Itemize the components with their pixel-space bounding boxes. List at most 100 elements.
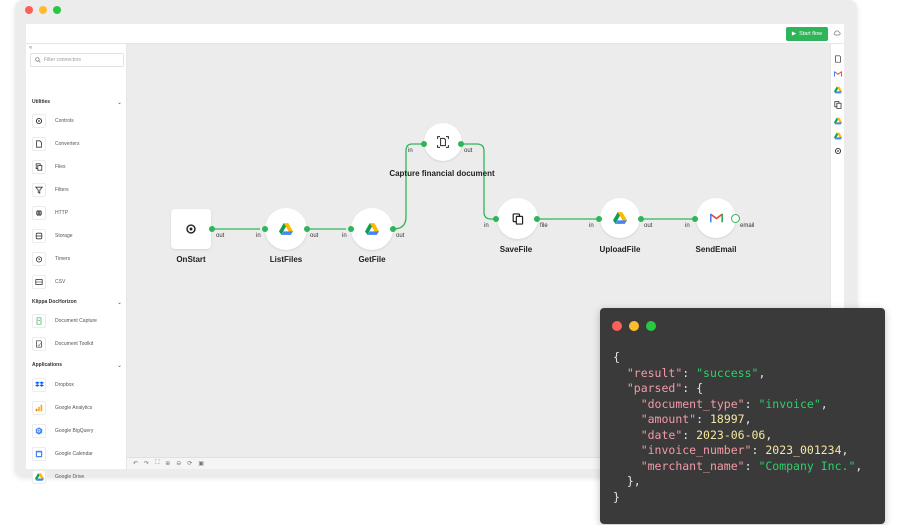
sidebar-item-files[interactable]: Files: [32, 159, 124, 175]
close-window-button[interactable]: [25, 6, 33, 14]
connector-search-input[interactable]: Filter connectors: [30, 53, 124, 67]
sidebar-item-document-toolkit[interactable]: Document Toolkit: [32, 336, 124, 352]
json-code: { "result": "success", "parsed": { "docu…: [613, 350, 862, 505]
minimize-window-button[interactable]: [39, 6, 47, 14]
google-drive-icon[interactable]: [834, 86, 842, 94]
sidebar-item-storage[interactable]: Storage: [32, 228, 124, 244]
chevron-down-icon: ⌄: [116, 362, 122, 369]
port-listfiles-out[interactable]: [304, 226, 310, 232]
zoom-out-icon[interactable]: ⊖: [176, 460, 181, 467]
port-label: email: [740, 223, 755, 229]
node-onstart[interactable]: [171, 209, 211, 249]
sidebar-item-google-bigquery[interactable]: Google BigQuery: [32, 423, 124, 439]
start-flow-button[interactable]: ▶ Start flow: [785, 27, 828, 41]
minimize-window-button[interactable]: [629, 321, 639, 331]
sidebar-item-google-calendar[interactable]: Google Calendar: [32, 446, 124, 462]
fit-view-icon[interactable]: ⛶: [155, 460, 159, 467]
top-bar: ▶ Start flow: [26, 24, 844, 44]
undo-icon[interactable]: ↶: [133, 460, 138, 467]
port-savefile-in[interactable]: [493, 216, 499, 222]
sidebar-item-converters[interactable]: Converters: [32, 136, 124, 152]
edge-capture-savefile: [461, 143, 498, 220]
image-export-icon[interactable]: ▣: [198, 460, 204, 467]
node-getfile[interactable]: [351, 208, 393, 250]
google-drive-icon: [32, 470, 46, 484]
node-title: UploadFile: [599, 245, 641, 254]
google-analytics-icon: [32, 401, 46, 415]
section-label: Utilities: [32, 99, 51, 105]
code-line: "date": 2023-06-06,: [640, 427, 773, 442]
node-sendemail[interactable]: [696, 198, 736, 238]
google-drive-icon: [365, 223, 379, 235]
sidebar-item-dropbox[interactable]: Dropbox: [32, 377, 124, 393]
clock-icon: [32, 252, 46, 266]
code-line: "parsed": {: [626, 381, 704, 395]
port-getfile-in[interactable]: [348, 226, 354, 232]
filter-icon: [32, 183, 46, 197]
files-icon: [512, 212, 523, 225]
files-icon[interactable]: [834, 101, 842, 109]
google-drive-icon[interactable]: [834, 117, 842, 125]
collapse-sidebar-icon[interactable]: «: [29, 45, 32, 51]
port-label: out: [216, 233, 225, 239]
sidebar-item-label: Google BigQuery: [55, 428, 94, 434]
zoom-in-icon[interactable]: ⊕: [165, 460, 170, 467]
document-capture-icon[interactable]: [834, 55, 842, 63]
code-line: "invoice_number": 2023_001234,: [640, 443, 849, 457]
google-drive-icon: [613, 212, 627, 224]
port-sendemail-in[interactable]: [692, 216, 698, 222]
node-listfiles[interactable]: [265, 208, 307, 250]
sidebar-item-label: Dropbox: [55, 382, 74, 388]
port-capture-in[interactable]: [421, 141, 427, 147]
port-savefile-out[interactable]: [534, 216, 540, 222]
port-label: in: [256, 233, 261, 239]
cloud-icon[interactable]: [833, 29, 841, 37]
google-drive-icon: [279, 223, 293, 235]
redo-icon[interactable]: ↷: [144, 460, 149, 467]
document-convert-icon: [32, 137, 46, 151]
code-line: {: [613, 350, 620, 364]
gear-icon[interactable]: [834, 147, 842, 155]
google-drive-icon[interactable]: [834, 132, 842, 140]
port-getfile-out[interactable]: [390, 226, 396, 232]
section-klippa-dochorizon[interactable]: Klippa DocHorizon ⌄: [26, 296, 127, 308]
port-label: out: [396, 233, 405, 239]
code-line: "amount": 18997,: [640, 412, 752, 426]
port-listfiles-in[interactable]: [262, 226, 268, 232]
gmail-icon[interactable]: [834, 70, 842, 78]
port-uploadfile-in[interactable]: [596, 216, 602, 222]
sidebar-item-label: Controls: [55, 118, 74, 124]
port-sendemail-out[interactable]: [731, 214, 740, 223]
globe-icon: [32, 206, 46, 220]
node-uploadfile[interactable]: [600, 198, 640, 238]
node-savefile[interactable]: [497, 198, 538, 239]
sidebar-item-google-analytics[interactable]: Google Analytics: [32, 400, 124, 416]
search-icon: [35, 57, 41, 63]
sidebar-item-label: Google Calendar: [55, 451, 93, 457]
dropbox-icon: [32, 378, 46, 392]
sidebar-item-csv[interactable]: CSV: [32, 274, 124, 290]
connector-sidebar: « Filter connectors Utilities ⌄ Controls…: [26, 44, 127, 484]
start-flow-label: Start flow: [799, 31, 822, 37]
node-title: SaveFile: [499, 245, 533, 254]
port-onstart-out[interactable]: [209, 226, 215, 232]
close-window-button[interactable]: [612, 321, 622, 331]
sidebar-item-label: Storage: [55, 233, 73, 239]
sidebar-item-document-capture[interactable]: Document Capture: [32, 313, 124, 329]
section-applications[interactable]: Applications ⌄: [26, 359, 127, 371]
section-utilities[interactable]: Utilities ⌄: [26, 96, 127, 108]
port-label: in: [589, 223, 594, 229]
port-capture-out[interactable]: [458, 141, 464, 147]
sidebar-item-google-drive[interactable]: Google Drive: [32, 469, 124, 485]
play-icon: ▶: [791, 31, 797, 37]
port-uploadfile-out[interactable]: [638, 216, 644, 222]
maximize-window-button[interactable]: [53, 6, 61, 14]
sidebar-item-timers[interactable]: Timers: [32, 251, 124, 267]
node-capture-financial-document[interactable]: [424, 123, 462, 161]
maximize-window-button[interactable]: [646, 321, 656, 331]
sidebar-item-controls[interactable]: Controls: [32, 113, 124, 129]
sidebar-item-filters[interactable]: Filters: [32, 182, 124, 198]
reset-view-icon[interactable]: ⟳: [187, 460, 192, 467]
node-title: OnStart: [176, 255, 206, 264]
sidebar-item-http[interactable]: HTTP: [32, 205, 124, 221]
